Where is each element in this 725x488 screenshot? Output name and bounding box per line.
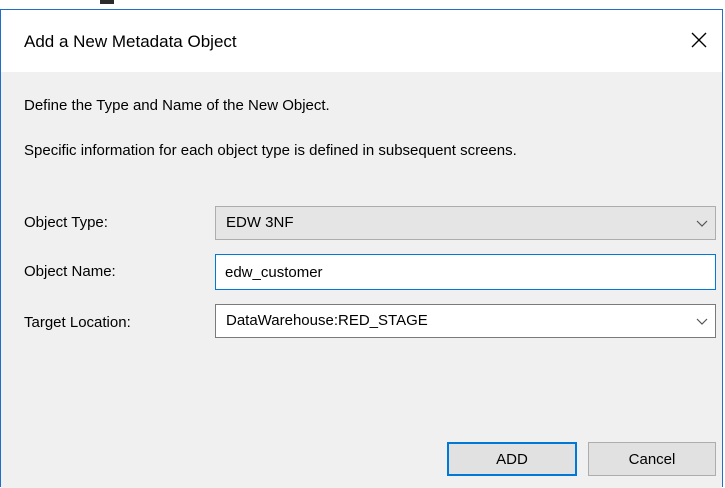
chevron-down-icon	[696, 318, 708, 325]
close-icon	[691, 32, 707, 48]
close-button[interactable]	[682, 24, 716, 56]
object-name-input[interactable]	[216, 255, 715, 289]
dialog-body: Define the Type and Name of the New Obje…	[1, 72, 722, 488]
dialog-titlebar: Add a New Metadata Object	[1, 10, 722, 72]
background-window-edge	[0, 0, 725, 9]
description-line-2: Specific information for each object typ…	[24, 142, 517, 159]
object-name-field[interactable]	[215, 254, 716, 290]
add-button[interactable]: ADD	[447, 442, 577, 476]
object-type-select[interactable]: EDW 3NF	[215, 206, 716, 240]
background-fragment	[100, 0, 114, 4]
object-type-value: EDW 3NF	[226, 214, 294, 231]
chevron-down-icon	[696, 220, 708, 227]
cancel-button[interactable]: Cancel	[588, 442, 716, 476]
add-metadata-object-dialog: Add a New Metadata Object Define the Typ…	[0, 9, 723, 488]
target-location-select[interactable]: DataWarehouse:RED_STAGE	[215, 304, 716, 338]
description-line-1: Define the Type and Name of the New Obje…	[24, 97, 330, 114]
dialog-title: Add a New Metadata Object	[24, 32, 237, 51]
object-type-label: Object Type:	[24, 214, 108, 231]
target-location-label: Target Location:	[24, 314, 131, 331]
target-location-value: DataWarehouse:RED_STAGE	[226, 312, 428, 329]
object-name-label: Object Name:	[24, 263, 116, 280]
